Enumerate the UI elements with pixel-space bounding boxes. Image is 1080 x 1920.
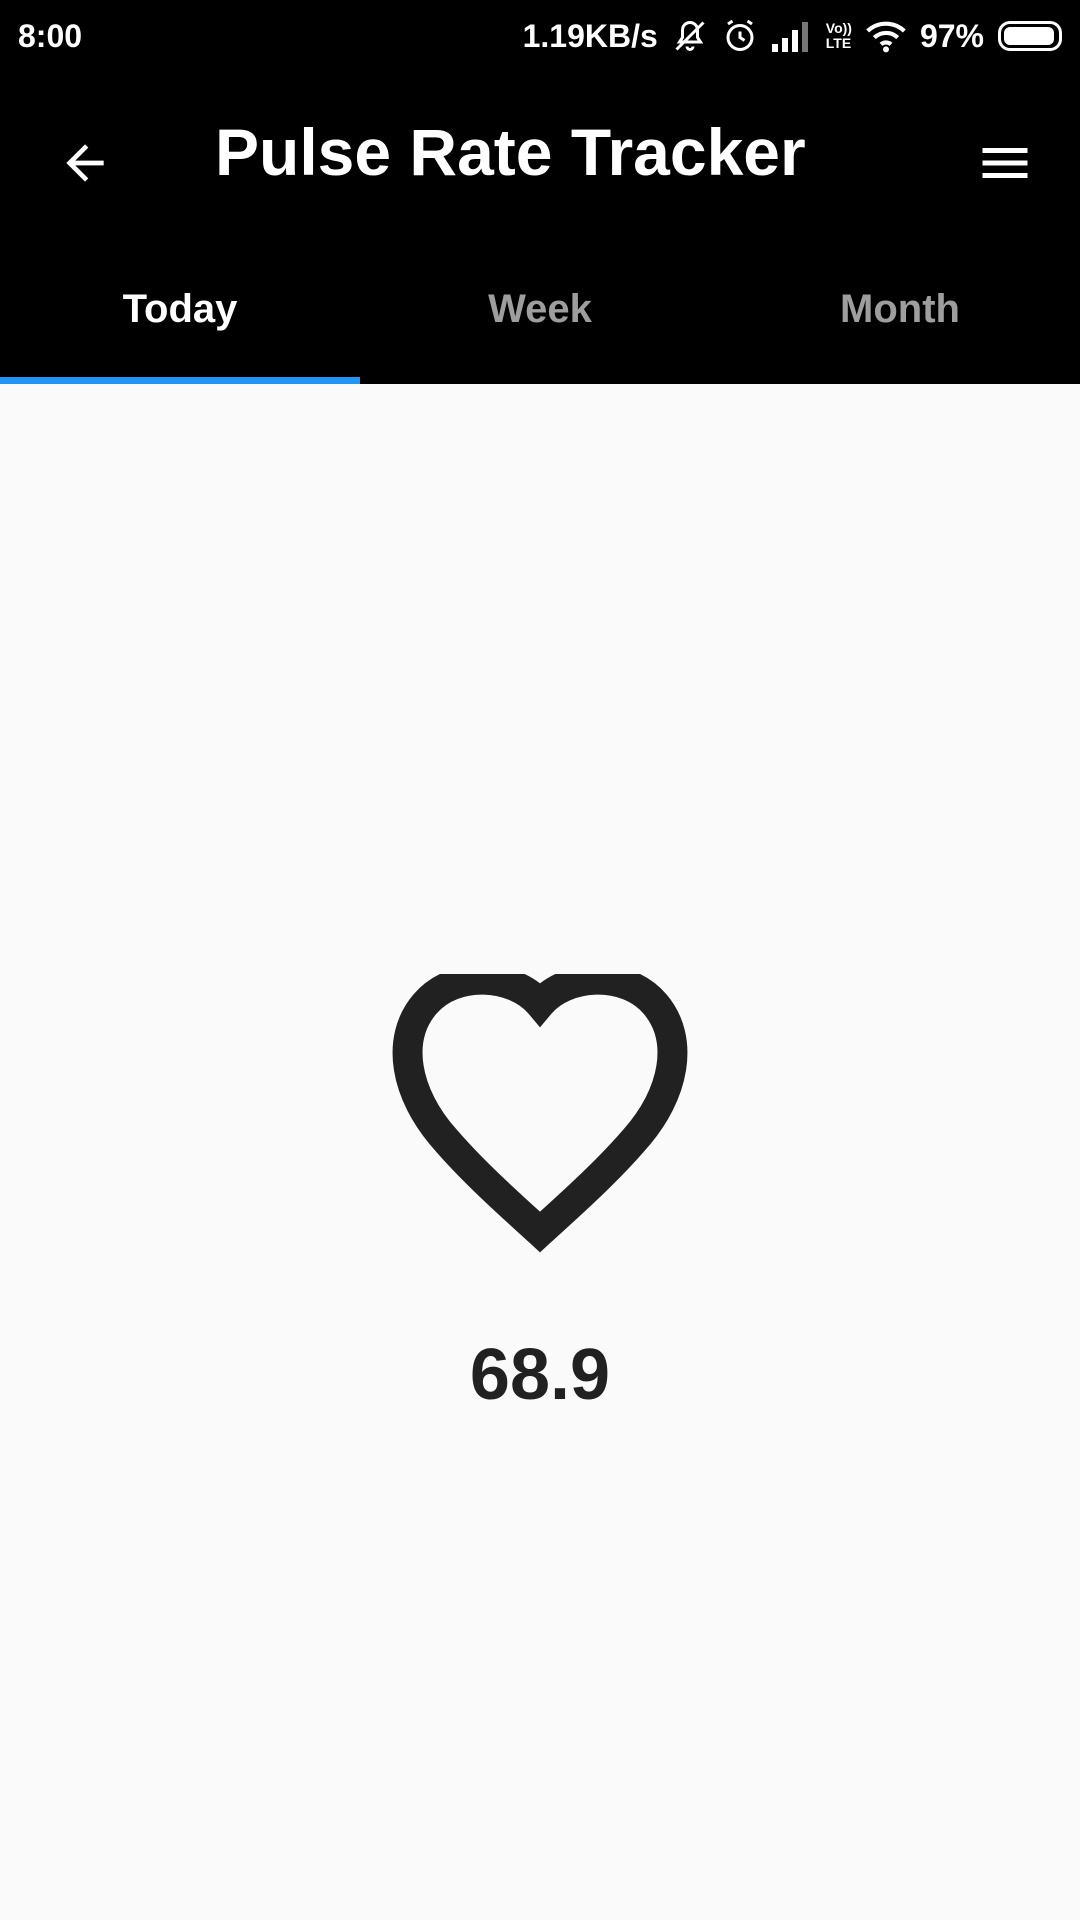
status-bar: 8:00 1.19KB/s Vo)) LTE 97% bbox=[0, 0, 1080, 72]
arrow-back-icon bbox=[66, 144, 104, 182]
mute-icon bbox=[672, 18, 708, 54]
signal-icon bbox=[771, 20, 812, 52]
battery-icon bbox=[998, 21, 1062, 51]
volte-label-bottom: LTE bbox=[825, 35, 852, 51]
tab-label: Today bbox=[122, 286, 238, 331]
pulse-value: 68.9 bbox=[469, 1335, 611, 1415]
volte-icon: Vo)) LTE bbox=[826, 21, 852, 51]
hamburger-menu-icon bbox=[982, 148, 1028, 178]
tab-month[interactable]: Month bbox=[720, 240, 1080, 384]
alarm-icon bbox=[722, 18, 758, 54]
main-content: 68.9 bbox=[0, 384, 1080, 1920]
tab-indicator bbox=[0, 377, 360, 384]
app-bar: Pulse Rate Tracker bbox=[0, 72, 1080, 240]
status-icons: 1.19KB/s Vo)) LTE 97% bbox=[523, 18, 1062, 55]
back-button[interactable] bbox=[40, 118, 130, 208]
tab-today[interactable]: Today bbox=[0, 240, 360, 384]
wifi-icon bbox=[866, 19, 906, 53]
heart-outline-icon bbox=[392, 974, 688, 1253]
volte-label-top: Vo)) bbox=[825, 20, 852, 36]
network-speed: 1.19KB/s bbox=[522, 17, 658, 54]
page-title: Pulse Rate Tracker bbox=[215, 115, 806, 189]
tab-bar: Today Week Month bbox=[0, 240, 1080, 384]
battery-fill bbox=[1004, 27, 1055, 45]
tab-label: Week bbox=[488, 286, 592, 331]
tab-label: Month bbox=[840, 286, 960, 331]
status-time: 8:00 bbox=[18, 17, 83, 54]
battery-percent: 97% bbox=[919, 17, 984, 54]
menu-button[interactable] bbox=[960, 118, 1050, 208]
tab-week[interactable]: Week bbox=[360, 240, 720, 384]
